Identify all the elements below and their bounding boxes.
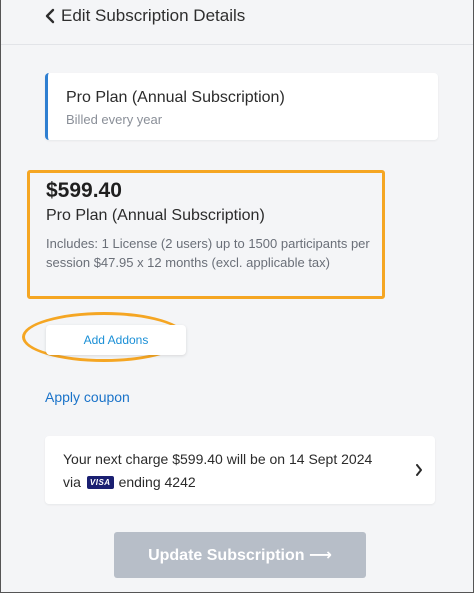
current-plan-card: Pro Plan (Annual Subscription) Billed ev…	[45, 73, 438, 140]
update-subscription-button[interactable]: Update Subscription ⟶	[114, 532, 366, 578]
add-addons-button[interactable]: Add Addons	[46, 325, 186, 355]
visa-card-icon: VISA	[86, 475, 114, 489]
apply-coupon-link[interactable]: Apply coupon	[45, 389, 130, 405]
current-plan-billing: Billed every year	[66, 112, 163, 127]
card-ending: ending 4242	[118, 474, 196, 490]
chevron-left-icon	[45, 8, 55, 24]
payment-method: via VISA ending 4242	[63, 474, 196, 490]
summary-price: $599.40	[46, 179, 122, 202]
next-charge-card[interactable]: Your next charge $599.40 will be on 14 S…	[45, 436, 435, 504]
summary-includes: Includes: 1 License (2 users) up to 1500…	[46, 236, 370, 270]
price-summary-highlight: $599.40 Pro Plan (Annual Subscription) I…	[27, 170, 385, 299]
current-plan-name: Pro Plan (Annual Subscription)	[66, 89, 285, 106]
chevron-right-icon	[415, 463, 423, 481]
subscription-panel: Edit Subscription Details Pro Plan (Annu…	[0, 0, 474, 593]
page-title: Edit Subscription Details	[61, 6, 246, 25]
via-label: via	[63, 474, 81, 490]
header-bar: Edit Subscription Details	[1, 0, 473, 45]
back-button[interactable]: Edit Subscription Details	[45, 6, 245, 26]
summary-plan-name: Pro Plan (Annual Subscription)	[46, 207, 265, 224]
next-charge-text: Your next charge $599.40 will be on 14 S…	[63, 451, 373, 467]
